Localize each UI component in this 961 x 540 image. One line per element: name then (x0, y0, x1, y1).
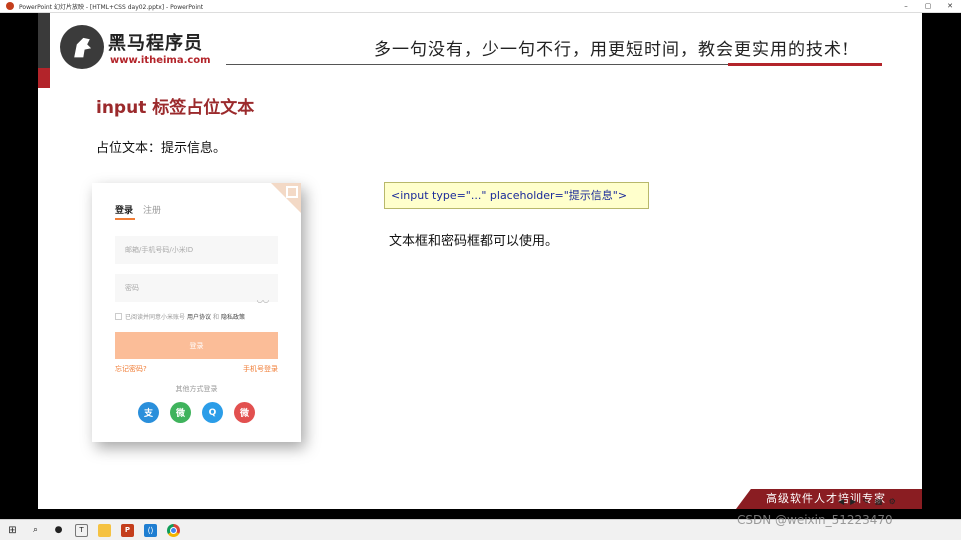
next-slide-icon[interactable]: ▶ (850, 497, 856, 506)
login-button: 登录 (115, 332, 278, 359)
powerpoint-icon[interactable]: P (121, 523, 134, 537)
forgot-password-link: 忘记密码? (115, 365, 147, 373)
alipay-icon: 支 (138, 402, 159, 423)
watermark: CSDN @weixin_51223470 (737, 513, 893, 527)
slide-subtitle: 占位文本：提示信息。 (96, 141, 227, 156)
left-decor-red (38, 68, 50, 88)
slogan: 多一句没有，少一句不行，用更短时间，教会更实用的技术! (374, 40, 850, 60)
slideshow-controls: ◀ ▶ ✎ ▦ ⚙ (838, 497, 896, 506)
username-field: 邮箱/手机号码/小米ID (115, 236, 278, 264)
qr-code-icon (286, 186, 298, 198)
close-button[interactable]: ✕ (939, 0, 961, 12)
screen: PowerPoint 幻灯片放映 - [HTML+CSS day02.pptx]… (0, 0, 961, 540)
agreement-row: 已阅读并同意小米账号 用户协议 和 隐私政策 (115, 312, 247, 321)
title-bar: PowerPoint 幻灯片放映 - [HTML+CSS day02.pptx]… (0, 0, 961, 13)
usage-note: 文本框和密码框都可以使用。 (389, 234, 559, 249)
login-tabs: 登录 注册 (115, 203, 161, 220)
logo-chinese-name: 黑马程序员 (108, 33, 203, 54)
wechat-icon: 微 (170, 402, 191, 423)
qq-icon: Q (202, 402, 223, 423)
social-logins: 支 微 Q 微 (138, 402, 255, 423)
file-explorer-icon[interactable] (98, 523, 111, 537)
tab-login: 登录 (115, 203, 136, 220)
slide-title: input 标签占位文本 (96, 98, 255, 118)
windows-start-icon[interactable]: ⊞ (6, 524, 19, 537)
weibo-icon: 微 (234, 402, 255, 423)
header-divider-accent (728, 63, 882, 66)
typora-icon[interactable]: T (75, 523, 88, 537)
agree-and: 和 (213, 314, 220, 321)
pen-icon[interactable]: ✎ (862, 497, 869, 506)
agree-terms: 用户协议 (187, 314, 212, 321)
agree-checkbox (115, 313, 122, 320)
chrome-icon[interactable] (167, 523, 180, 537)
agree-privacy: 隐私政策 (221, 314, 246, 321)
window-title: PowerPoint 幻灯片放映 - [HTML+CSS day02.pptx]… (19, 3, 204, 11)
settings-icon[interactable]: ⚙ (889, 497, 896, 506)
slide[interactable]: 黑马程序员 www.itheima.com 多一句没有，少一句不行，用更短时间，… (38, 13, 922, 509)
search-icon[interactable]: ⌕ (29, 524, 42, 537)
vscode-icon[interactable]: ⟨⟩ (144, 523, 157, 537)
login-card-image: 登录 注册 邮箱/手机号码/小米ID 密码 ◡◡ 已阅读并同意小米账号 用户协议… (92, 183, 301, 442)
horse-logo-icon (60, 25, 104, 69)
eye-closed-icon: ◡◡ (256, 296, 269, 304)
password-field: 密码 ◡◡ (115, 274, 278, 304)
logo-url: www.itheima.com (110, 55, 211, 66)
other-methods-label: 其他方式登录 (175, 385, 218, 393)
restore-button[interactable]: ▢ (917, 0, 939, 12)
prev-slide-icon[interactable]: ◀ (838, 497, 844, 506)
code-example: <input type="..." placeholder="提示信息"> (384, 182, 649, 209)
password-placeholder: 密码 (125, 284, 139, 292)
logo: 黑马程序员 www.itheima.com (60, 23, 220, 73)
tab-register: 注册 (143, 206, 162, 216)
powerpoint-app-icon (6, 2, 14, 10)
window-controls: – ▢ ✕ (895, 0, 961, 12)
grid-icon[interactable]: ▦ (875, 497, 883, 506)
agree-prefix: 已阅读并同意小米账号 (125, 314, 186, 321)
app-circle-icon[interactable]: ● (52, 524, 65, 537)
phone-login-link: 手机号登录 (243, 365, 278, 373)
minimize-button[interactable]: – (895, 0, 917, 12)
left-decor-strip (38, 13, 50, 88)
